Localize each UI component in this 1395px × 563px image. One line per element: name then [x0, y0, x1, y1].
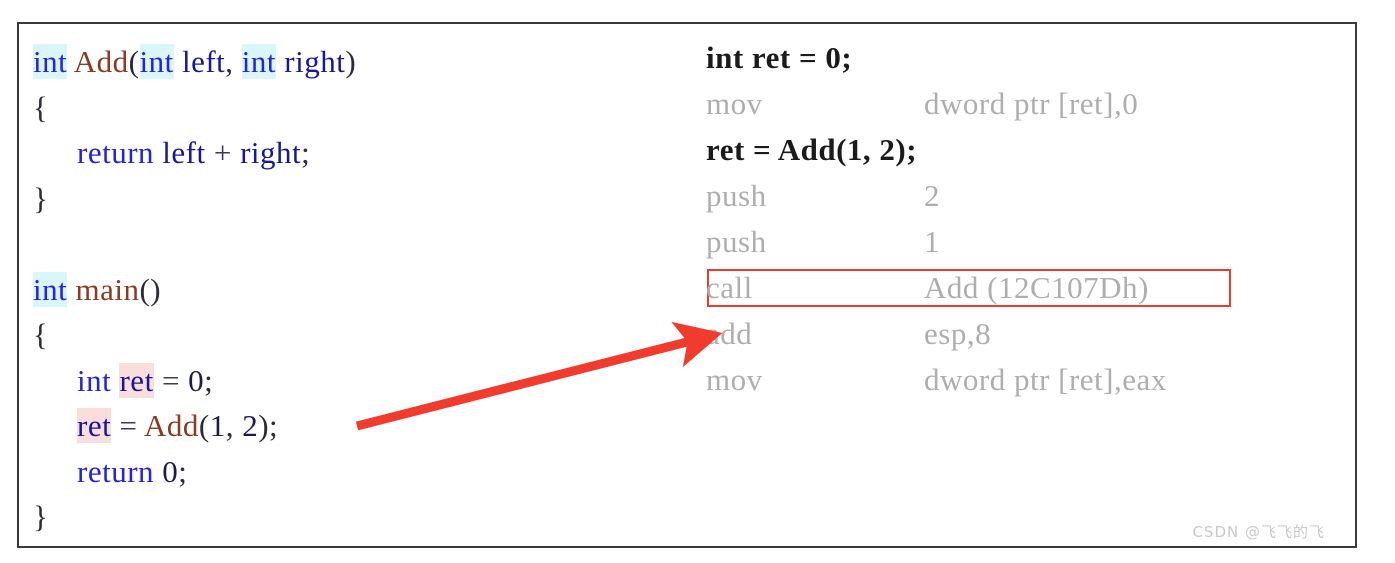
asm-mnemonic: mov: [706, 86, 763, 121]
asm-mnemonic: push: [706, 224, 767, 259]
code-token-punct: {: [33, 317, 49, 352]
code-token-num: 0: [188, 362, 205, 398]
code-token-punct: }: [33, 180, 49, 216]
source-code-line: }: [33, 501, 48, 532]
code-token-ident: right: [276, 44, 346, 79]
code-token-punct: {: [33, 89, 49, 125]
disasm-instruction-row: add esp,8: [706, 318, 991, 349]
source-code-line: {: [33, 92, 48, 123]
source-code-line: int main(): [33, 271, 162, 307]
source-code-line: ret = Add(1, 2);: [77, 408, 279, 443]
asm-operands: esp,8: [924, 316, 992, 351]
code-token-ident: right: [231, 135, 302, 170]
disasm-instruction-row: push 2: [706, 180, 940, 211]
code-comparison-figure: int Add(int left, int right){return left…: [17, 22, 1357, 548]
source-code-line: }: [33, 183, 48, 214]
code-token-punct: }: [33, 499, 49, 534]
disasm-source-text: ret = Add(1, 2);: [706, 132, 918, 167]
code-token-ident: left: [173, 44, 226, 79]
code-token-punct: ,: [225, 408, 243, 443]
code-token-func: Add: [143, 408, 199, 443]
code-token-punct: (): [139, 271, 162, 307]
source-code-line: int ret = 0;: [77, 362, 214, 398]
csdn-watermark: CSDN @飞飞的飞: [1192, 523, 1325, 541]
source-code-line: int Add(int left, int right): [33, 44, 357, 79]
source-code-pane: int Add(int left, int right){return left…: [19, 24, 659, 546]
source-code-line: return 0;: [77, 456, 187, 487]
disasm-instruction-row: mov dword ptr [ret],0: [706, 88, 1138, 119]
disasm-instruction-row: call Add (12C107Dh): [706, 272, 1149, 303]
code-token-punct: ): [258, 408, 270, 443]
code-token-punct: ;: [204, 362, 214, 398]
source-code-line: {: [33, 319, 48, 350]
code-token-op: =: [153, 362, 189, 398]
code-token-keyword: return: [77, 453, 155, 489]
panes-container: int Add(int left, int right){return left…: [19, 24, 1355, 546]
asm-operands: 1: [924, 224, 940, 259]
code-token-type: int: [33, 44, 68, 79]
code-token-ident: left: [154, 135, 214, 170]
code-token-type: int: [33, 271, 68, 307]
disasm-source-line: int ret = 0;: [706, 42, 852, 73]
asm-operands: dword ptr [ret],0: [924, 86, 1139, 121]
code-token-op: =: [111, 408, 144, 443]
code-token-op: +: [213, 135, 232, 170]
asm-mnemonic: add: [706, 316, 753, 351]
asm-operands: dword ptr [ret],eax: [924, 362, 1167, 397]
asm-mnemonic: push: [706, 178, 767, 213]
code-token-punct: (: [128, 44, 140, 79]
asm-operands: Add (12C107Dh): [924, 270, 1149, 305]
code-token-ident-hl: ret: [119, 362, 154, 398]
code-token-punct: ,: [225, 44, 242, 79]
code-token-punct: ): [345, 44, 357, 79]
code-token-type: int: [241, 44, 277, 79]
disasm-source-text: int ret = 0;: [706, 40, 853, 75]
disasm-instruction-row: push 1: [706, 226, 940, 257]
asm-mnemonic: call: [706, 270, 753, 305]
code-token-punct: ;: [269, 408, 279, 443]
source-code-line: return left + right;: [77, 137, 310, 168]
disasm-source-line: ret = Add(1, 2);: [706, 134, 917, 165]
code-token-punct: (: [198, 408, 210, 443]
code-token-num: 1: [209, 408, 226, 443]
code-token-num: 0: [162, 453, 179, 489]
code-token-punct: ;: [178, 453, 188, 489]
asm-mnemonic: mov: [706, 362, 763, 397]
code-token-ident-hl: ret: [77, 408, 112, 443]
disassembly-pane: int ret = 0; mov dword ptr [ret],0 ret = Ad…: [664, 24, 1355, 546]
code-token-type: int: [139, 44, 174, 79]
code-token-func: Add: [73, 44, 129, 79]
code-token-num: 2: [242, 408, 259, 443]
code-token-punct: ;: [301, 135, 311, 170]
disasm-instruction-row: mov dword ptr [ret],eax: [706, 364, 1167, 395]
code-token-keyword: return: [77, 135, 155, 170]
asm-operands: 2: [924, 178, 940, 213]
code-token-func: main: [75, 271, 140, 307]
code-token-keyword: int: [77, 362, 112, 398]
